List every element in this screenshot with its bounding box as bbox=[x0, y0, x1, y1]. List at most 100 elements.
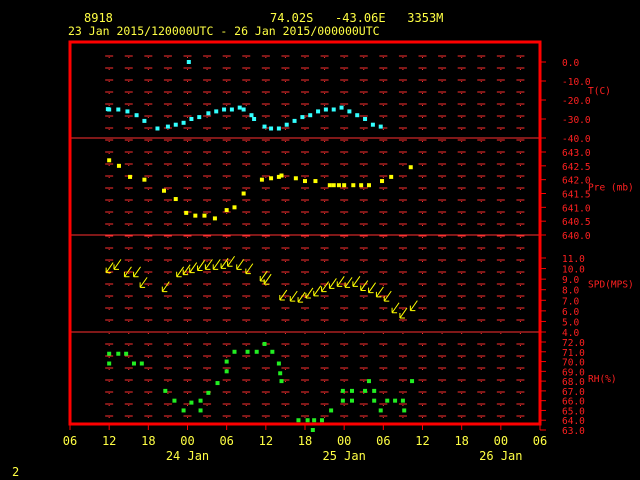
temperature-tick-label: 0.0 bbox=[562, 58, 579, 69]
x-tick-label: 06 bbox=[533, 434, 547, 448]
pressure-point bbox=[342, 183, 347, 188]
pressure-point bbox=[303, 179, 307, 184]
humidity-point bbox=[181, 408, 186, 413]
temperature-panel-label: T(C) bbox=[588, 86, 611, 97]
humidity-point bbox=[254, 349, 259, 354]
pressure-tick-label: 640.5 bbox=[562, 217, 591, 228]
humidity-point bbox=[385, 398, 390, 403]
wind-arrow bbox=[305, 287, 314, 299]
x-tick-label: 06 bbox=[219, 434, 233, 448]
humidity-point bbox=[163, 388, 168, 393]
humidity-point bbox=[107, 351, 112, 356]
pressure-point bbox=[351, 183, 356, 188]
wind-arrow bbox=[161, 281, 170, 293]
pressure-point bbox=[107, 158, 112, 163]
humidity-point bbox=[372, 398, 377, 403]
pressure-point bbox=[408, 165, 413, 170]
temperature-point bbox=[347, 109, 352, 114]
humidity-point bbox=[393, 398, 398, 403]
pressure-point bbox=[173, 197, 178, 202]
x-tick-label: 12 bbox=[259, 434, 273, 448]
humidity-point bbox=[278, 371, 283, 376]
pressure-point bbox=[116, 163, 121, 168]
humidity-point bbox=[363, 388, 368, 393]
wind-arrow bbox=[263, 273, 272, 285]
pressure-point bbox=[224, 208, 229, 213]
temperature-point bbox=[189, 117, 194, 121]
humidity-point bbox=[232, 349, 237, 354]
humidity-point bbox=[340, 398, 345, 403]
wind_speed-tick-label: 10.0 bbox=[562, 265, 585, 276]
pressure-tick-label: 641.0 bbox=[562, 203, 591, 214]
wind_speed-tick-label: 7.0 bbox=[562, 296, 579, 307]
pressure-point bbox=[202, 213, 207, 218]
temperature-point bbox=[186, 60, 191, 64]
humidity-point bbox=[402, 408, 407, 413]
pressure-point bbox=[269, 176, 274, 181]
pressure-point bbox=[193, 213, 198, 218]
temperature-point bbox=[241, 107, 246, 112]
temperature-tick-label: -40.0 bbox=[562, 134, 591, 145]
humidity-point bbox=[279, 379, 284, 384]
pressure-tick-label: 640.0 bbox=[562, 231, 591, 242]
wind-arrow bbox=[204, 259, 213, 270]
humidity-panel-label: RH(%) bbox=[588, 374, 617, 385]
pressure-point bbox=[142, 177, 147, 182]
wind-arrow bbox=[352, 276, 361, 287]
wind_speed-tick-label: 9.0 bbox=[562, 275, 579, 286]
wind-arrow bbox=[105, 262, 114, 274]
humidity-point bbox=[329, 408, 334, 413]
temperature-point bbox=[276, 126, 281, 131]
meteogram-chart: 8918 74.02S -43.06E 3353M 23 Jan 2015/12… bbox=[12, 11, 634, 479]
wind-arrow bbox=[328, 278, 337, 289]
humidity-point bbox=[245, 349, 250, 354]
x-tick-label: 06 bbox=[376, 434, 390, 448]
wind-arrow bbox=[375, 286, 384, 298]
pressure-point bbox=[259, 177, 264, 182]
x-tick-label: 06 bbox=[63, 434, 77, 448]
temperature-point bbox=[370, 122, 375, 127]
pressure-point bbox=[212, 216, 217, 221]
temperature-point bbox=[181, 120, 186, 125]
x-tick-label: 12 bbox=[415, 434, 429, 448]
temperature-point bbox=[155, 126, 160, 131]
temperature-tick-label: -20.0 bbox=[562, 96, 591, 107]
temperature-point bbox=[378, 124, 383, 129]
wind-arrow bbox=[236, 259, 245, 270]
temperature-point bbox=[316, 109, 321, 114]
wind_speed-tick-label: 8.0 bbox=[562, 286, 579, 297]
temperature-point bbox=[292, 118, 297, 123]
temperature-point bbox=[331, 107, 336, 112]
pressure-point bbox=[128, 174, 133, 179]
pressure-point bbox=[366, 183, 371, 188]
wind-arrow bbox=[227, 255, 235, 267]
wind_speed-panel-label: SPD(MPS) bbox=[588, 280, 634, 291]
wind-arrow bbox=[321, 281, 329, 293]
pressure-point bbox=[293, 176, 298, 181]
temperature-tick-label: -10.0 bbox=[562, 77, 591, 88]
humidity-point bbox=[139, 361, 144, 366]
wind-arrow bbox=[368, 282, 376, 294]
humidity-point bbox=[296, 418, 301, 423]
temperature-point bbox=[252, 117, 257, 121]
wind-arrow bbox=[189, 262, 198, 274]
humidity-point bbox=[319, 418, 324, 423]
grid-layer bbox=[70, 50, 540, 424]
x-tick-label: 00 bbox=[180, 434, 194, 448]
wind-arrow bbox=[113, 259, 122, 270]
wind-arrow bbox=[176, 266, 185, 278]
temperature-point bbox=[214, 109, 219, 114]
x-tick-label: 00 bbox=[337, 434, 351, 448]
x-tick-label: 00 bbox=[494, 434, 508, 448]
pressure-point bbox=[232, 205, 237, 210]
temperature-point bbox=[262, 124, 267, 129]
humidity-point bbox=[400, 398, 405, 403]
wind-arrow bbox=[391, 302, 400, 314]
temperature-point bbox=[339, 105, 344, 110]
humidity-point bbox=[189, 400, 194, 405]
pressure-point bbox=[331, 183, 336, 188]
humidity-point bbox=[262, 341, 267, 346]
humidity-point bbox=[350, 388, 354, 393]
pressure-tick-label: 643.0 bbox=[562, 148, 591, 159]
wind-arrow bbox=[197, 260, 205, 271]
